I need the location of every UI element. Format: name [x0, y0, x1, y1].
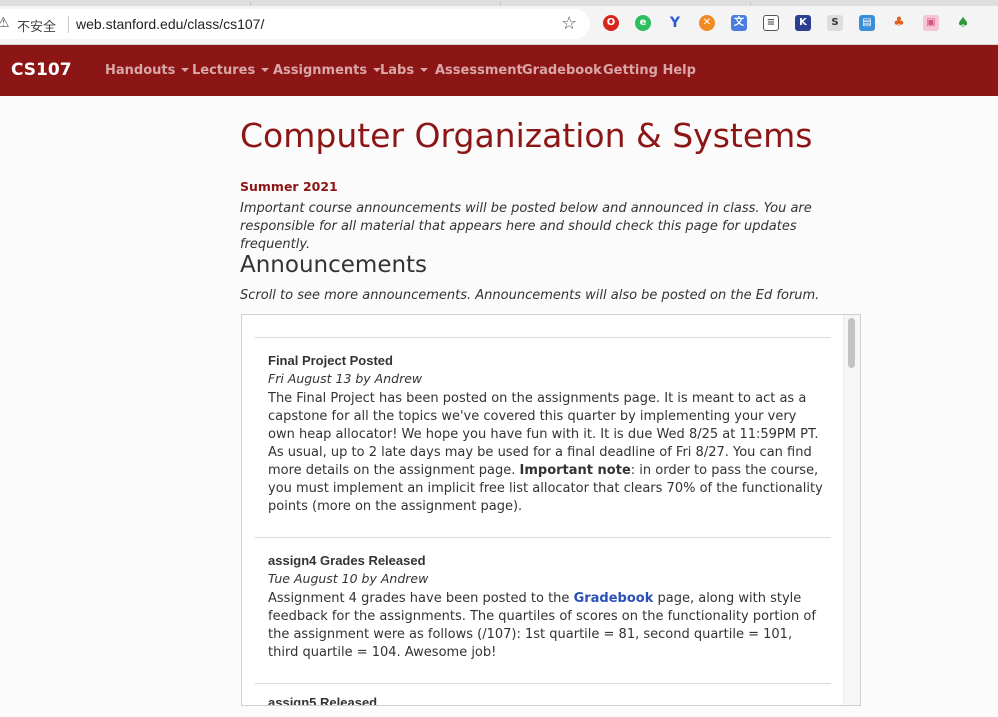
brand-link[interactable]: CS107 [11, 60, 72, 80]
divider [255, 683, 831, 684]
s-icon[interactable]: S [827, 15, 843, 31]
term-label: Summer 2021 [240, 179, 338, 194]
green-ext-icon[interactable]: ♠ [955, 15, 971, 31]
bookmark-star-icon[interactable]: ☆ [561, 13, 577, 34]
pink-ext-icon[interactable]: ▣ [923, 15, 939, 31]
warning-icon[interactable]: ⚠ [0, 15, 10, 31]
nav-handouts[interactable]: Handouts [105, 63, 190, 78]
intro-text: Important course announcements will be p… [240, 201, 812, 252]
post-body-text: Assignment 4 grades have been posted to … [268, 591, 574, 606]
divider [255, 537, 831, 538]
announcements-note: Scroll to see more announcements. Announ… [240, 288, 820, 303]
browser-toolbar: ⚠ 不安全 web.stanford.edu/class/cs107/ ☆ O … [0, 6, 998, 45]
reader-icon[interactable]: ≡ [763, 15, 779, 31]
security-label[interactable]: 不安全 [17, 16, 56, 35]
vpn-icon[interactable]: Y [667, 15, 683, 31]
nav-lectures[interactable]: Lectures [192, 63, 270, 78]
nav-getting-help[interactable]: Getting Help [603, 63, 696, 78]
caret-down-icon [181, 67, 190, 72]
nav-labs[interactable]: Labs [380, 63, 429, 78]
nav-lectures-label: Lectures [192, 63, 256, 78]
note-icon[interactable]: ▤ [859, 15, 875, 31]
evernote-icon[interactable]: e [635, 15, 651, 31]
announcements-heading: Announcements [240, 252, 428, 278]
nav-assignments[interactable]: Assignments [273, 63, 382, 78]
url-text[interactable]: web.stanford.edu/class/cs107/ [76, 16, 264, 32]
nav-handouts-label: Handouts [105, 63, 176, 78]
opera-icon[interactable]: O [603, 15, 619, 31]
nav-labs-label: Labs [380, 63, 415, 78]
address-bar[interactable]: ⚠ 不安全 web.stanford.edu/class/cs107/ ☆ [0, 9, 590, 39]
site-navbar: CS107 Handouts Lectures Assignments Labs… [0, 45, 998, 96]
address-divider [68, 16, 69, 33]
post-body: Assignment 4 grades have been posted to … [268, 590, 824, 662]
scrollbar[interactable] [843, 315, 860, 705]
post-title: assign5 Released [268, 695, 378, 706]
post-body: The Final Project has been posted on the… [268, 390, 824, 516]
caret-down-icon [261, 67, 270, 72]
post-meta: Tue August 10 by Andrew [268, 571, 429, 586]
nav-assessment[interactable]: Assessment [435, 63, 523, 78]
orange-ext-icon[interactable]: ✕ [699, 15, 715, 31]
post-title: Final Project Posted [268, 353, 393, 368]
post-meta: Fri August 13 by Andrew [268, 371, 423, 386]
post-title: assign4 Grades Released [268, 553, 426, 568]
announcements-panel[interactable]: Final Project Posted Fri August 13 by An… [241, 314, 861, 706]
important-note-label: Important note [519, 463, 631, 478]
gradebook-link[interactable]: Gradebook [574, 591, 654, 606]
scrollbar-thumb[interactable] [848, 318, 855, 368]
divider [255, 337, 831, 338]
page-title: Computer Organization & Systems [240, 116, 813, 155]
translate-icon[interactable]: 文 [731, 15, 747, 31]
nav-gradebook[interactable]: Gradebook [522, 63, 602, 78]
tree-icon[interactable]: ♣ [891, 15, 907, 31]
caret-down-icon [420, 67, 429, 72]
k-icon[interactable]: K [795, 15, 811, 31]
nav-assignments-label: Assignments [273, 63, 368, 78]
